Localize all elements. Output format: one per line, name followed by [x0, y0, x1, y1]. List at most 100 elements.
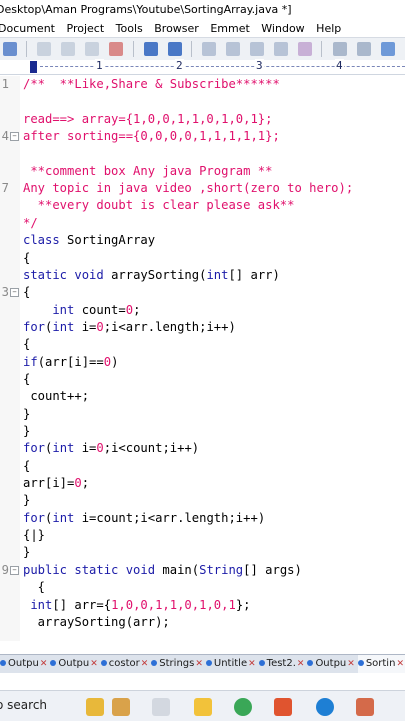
- copy-icon[interactable]: [61, 42, 75, 56]
- menu-window[interactable]: Window: [261, 20, 304, 37]
- wrap-icon[interactable]: [381, 42, 395, 56]
- code-line[interactable]: 7Any topic in java video ,short(zero to …: [0, 180, 405, 197]
- taskbar-search[interactable]: o search: [0, 698, 47, 712]
- code-line[interactable]: {: [0, 250, 405, 267]
- code-line[interactable]: */: [0, 215, 405, 232]
- code-line[interactable]: {: [0, 458, 405, 475]
- document-tab[interactable]: Outpu✕: [0, 655, 49, 673]
- delete-icon[interactable]: [109, 42, 123, 56]
- close-icon[interactable]: ✕: [40, 659, 48, 669]
- editor-app-icon[interactable]: [356, 698, 374, 716]
- menu-browser[interactable]: Browser: [154, 20, 199, 37]
- code-line[interactable]: arraySorting(arr);: [0, 614, 405, 631]
- code-line[interactable]: {|}: [0, 527, 405, 544]
- code-line[interactable]: {: [0, 371, 405, 388]
- menu-tools[interactable]: Tools: [116, 20, 143, 37]
- code-line[interactable]: }: [0, 423, 405, 440]
- code-line[interactable]: int[] arr={1,0,0,1,1,0,1,0,1};: [0, 597, 405, 614]
- tab-label: Untitle: [214, 658, 247, 669]
- fold-toggle-icon[interactable]: −: [10, 132, 19, 141]
- code-token: if: [23, 355, 38, 369]
- open-icon[interactable]: [3, 42, 17, 56]
- code-line[interactable]: 1/** **Like,Share & Subscribe******: [0, 76, 405, 93]
- code-text: after sorting=={0,0,0,0,1,1,1,1,1};: [23, 128, 280, 145]
- code-line[interactable]: {: [0, 336, 405, 353]
- code-line[interactable]: count++;: [0, 388, 405, 405]
- code-line[interactable]: arr[i]=0;: [0, 475, 405, 492]
- code-line[interactable]: 9−public static void main(String[] args): [0, 562, 405, 579]
- code-token: **comment box Any java Program **: [23, 164, 272, 178]
- code-token: {: [23, 459, 30, 473]
- comment-icon[interactable]: [298, 42, 312, 56]
- code-line[interactable]: [0, 93, 405, 110]
- task-view-icon[interactable]: [152, 698, 170, 716]
- chrome-icon[interactable]: [234, 698, 252, 716]
- code-line[interactable]: }: [0, 492, 405, 509]
- code-line[interactable]: **every doubt is clear please ask**: [0, 197, 405, 214]
- code-token: 0: [126, 303, 133, 317]
- fold-toggle-icon[interactable]: −: [10, 566, 19, 575]
- close-icon[interactable]: ✕: [297, 659, 305, 669]
- code-line[interactable]: [0, 145, 405, 162]
- line-number: 9: [0, 562, 9, 579]
- code-line[interactable]: {: [0, 579, 405, 596]
- redo-icon[interactable]: [168, 42, 182, 56]
- code-text: {: [23, 458, 30, 475]
- outdent-icon[interactable]: [357, 42, 371, 56]
- code-token: class: [23, 233, 67, 247]
- code-text: */: [23, 215, 38, 232]
- document-tab[interactable]: Test2.✕: [259, 655, 307, 673]
- document-tab[interactable]: Strings✕: [151, 655, 205, 673]
- bookmark-icon[interactable]: [274, 42, 288, 56]
- cut-icon[interactable]: [37, 42, 51, 56]
- undo-icon[interactable]: [144, 42, 158, 56]
- code-line[interactable]: **comment box Any java Program **: [0, 163, 405, 180]
- code-token: {: [23, 285, 30, 299]
- code-line[interactable]: static void arraySorting(int[] arr): [0, 267, 405, 284]
- goto-icon[interactable]: [250, 42, 264, 56]
- code-line[interactable]: int count=0;: [0, 302, 405, 319]
- app-icon[interactable]: [112, 698, 130, 716]
- code-line[interactable]: class SortingArray: [0, 232, 405, 249]
- document-tab[interactable]: Sortin✕: [358, 655, 405, 673]
- wps-icon[interactable]: [274, 698, 292, 716]
- code-text: {: [23, 579, 45, 596]
- code-line[interactable]: 3−{: [0, 284, 405, 301]
- code-token: {: [23, 337, 30, 351]
- find-icon[interactable]: [202, 42, 216, 56]
- edge-icon[interactable]: [316, 698, 334, 716]
- menu-help[interactable]: Help: [316, 20, 341, 37]
- document-tab[interactable]: costor✕: [101, 655, 151, 673]
- close-icon[interactable]: ✕: [195, 659, 203, 669]
- code-token: SortingArray: [67, 233, 155, 247]
- replace-icon[interactable]: [226, 42, 240, 56]
- code-line[interactable]: for(int i=0;i<count;i++): [0, 440, 405, 457]
- menu-document[interactable]: Document: [0, 20, 55, 37]
- code-line[interactable]: for(int i=0;i<arr.length;i++): [0, 319, 405, 336]
- code-line[interactable]: for(int i=count;i<arr.length;i++): [0, 510, 405, 527]
- code-token: Any topic in java video ,short(zero to h…: [23, 181, 353, 195]
- close-icon[interactable]: ✕: [347, 659, 355, 669]
- code-token: count=: [82, 303, 126, 317]
- close-icon[interactable]: ✕: [90, 659, 98, 669]
- code-line[interactable]: if(arr[i]==0): [0, 354, 405, 371]
- paste-icon[interactable]: [85, 42, 99, 56]
- code-token: {|}: [23, 528, 45, 542]
- fold-toggle-icon[interactable]: −: [10, 288, 19, 297]
- code-line[interactable]: }: [0, 544, 405, 561]
- code-line[interactable]: read==> array={1,0,0,1,1,0,1,0,1};: [0, 111, 405, 128]
- menu-project[interactable]: Project: [67, 20, 105, 37]
- code-token: for: [23, 441, 45, 455]
- close-icon[interactable]: ✕: [141, 659, 149, 669]
- document-tab[interactable]: Outpu✕: [50, 655, 99, 673]
- document-tab[interactable]: Outpu✕: [307, 655, 356, 673]
- code-line[interactable]: }: [0, 406, 405, 423]
- document-tab[interactable]: Untitle✕: [206, 655, 258, 673]
- app-icon[interactable]: [86, 698, 104, 716]
- code-line[interactable]: 4−after sorting=={0,0,0,0,1,1,1,1,1};: [0, 128, 405, 145]
- menu-emmet[interactable]: Emmet: [210, 20, 249, 37]
- close-icon[interactable]: ✕: [248, 659, 256, 669]
- indent-icon[interactable]: [333, 42, 347, 56]
- file-explorer-icon[interactable]: [194, 698, 212, 716]
- close-icon[interactable]: ✕: [396, 659, 404, 669]
